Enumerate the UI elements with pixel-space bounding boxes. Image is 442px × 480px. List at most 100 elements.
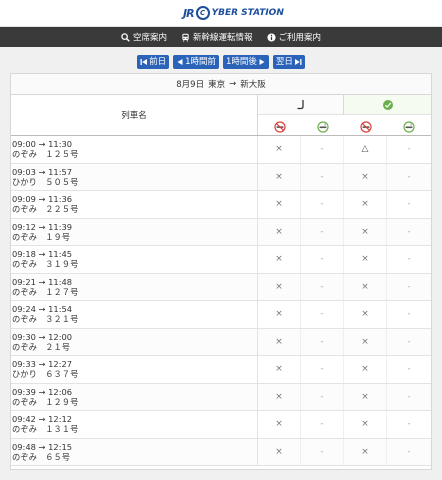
jr-cyber-station-logo[interactable]: JR C YBER STATION	[183, 5, 284, 21]
train-cell: 09:18 → 11:45 のぞみ ３１９号	[11, 246, 258, 273]
green-no-smoking-status: ×	[344, 438, 387, 465]
nav-shinkansen-operation[interactable]: 新幹線運転情報	[181, 31, 253, 43]
table-row: 09:09 → 11:36 のぞみ ２２５号 × - × -	[11, 191, 431, 219]
green-smoking-status: -	[407, 254, 411, 265]
green-smoking-status: -	[407, 419, 411, 430]
train-name: のぞみ １２７号	[12, 286, 79, 297]
green-no-smoking-status: ×	[344, 273, 387, 300]
train-name: ひかり ６３７号	[12, 369, 79, 380]
info-icon	[266, 32, 276, 42]
green-no-smoking-status: ×	[344, 411, 387, 438]
train-time: 09:18 → 11:45	[12, 249, 73, 260]
train-time: 09:12 → 11:39	[12, 221, 73, 232]
green-smoking-status: -	[407, 144, 411, 155]
train-cell: 09:12 → 11:39 のぞみ １９号	[11, 218, 258, 245]
ordinary-smoking-status: -	[301, 191, 344, 218]
table-row: 09:39 → 12:06 のぞみ １２９号 × - × -	[11, 383, 431, 411]
train-cell: 09:30 → 12:00 のぞみ ２１号	[11, 328, 258, 355]
ordinary-no-smoking-status: ×	[258, 301, 301, 328]
ordinary-no-smoking-status: ×	[258, 328, 301, 355]
green-smoking-status: -	[407, 309, 411, 320]
triangle-left-icon	[177, 59, 183, 65]
table-row: 09:00 → 11:30 のぞみ １２５号 × - △ -	[11, 136, 431, 164]
table-row: 09:03 → 11:57 ひかり ５０５号 × - × -	[11, 163, 431, 191]
table-row: 09:21 → 11:48 のぞみ １２７号 × - × -	[11, 273, 431, 301]
table-row: 09:30 → 12:00 のぞみ ２１号 × - × -	[11, 328, 431, 356]
train-name: のぞみ １２５号	[12, 149, 79, 160]
train-cell: 09:09 → 11:36 のぞみ ２２５号	[11, 191, 258, 218]
train-cell: 09:39 → 12:06 のぞみ １２９号	[11, 383, 258, 410]
skip-back-icon	[140, 59, 148, 65]
green-smoking-status: -	[407, 336, 411, 347]
train-icon	[182, 33, 189, 42]
train-time: 09:42 → 12:12	[12, 414, 73, 425]
green-no-smoking-status: ×	[344, 356, 387, 383]
green-smoking-status: -	[407, 171, 411, 182]
green-no-smoking-status[interactable]: △	[344, 136, 387, 163]
ordinary-no-smoking-status: ×	[258, 273, 301, 300]
ordinary-smoking-status: -	[301, 356, 344, 383]
train-time: 09:48 → 12:15	[12, 441, 73, 452]
green-smoking-status: -	[407, 391, 411, 402]
ordinary-smoking-status: -	[301, 273, 344, 300]
train-name: のぞみ ２２５号	[12, 204, 79, 215]
smoking-icon	[403, 121, 415, 133]
train-cell: 09:03 → 11:57 ひかり ５０５号	[11, 163, 258, 190]
green-smoking-status: -	[407, 364, 411, 375]
ordinary-smoking-status: -	[301, 438, 344, 465]
train-list: 09:00 → 11:30 のぞみ １２５号 × - △ -09:03 → 11:57 ひか…	[11, 136, 431, 466]
ordinary-smoking-status: -	[301, 246, 344, 273]
train-name: のぞみ ６５号	[12, 451, 71, 462]
nav-usage-guide[interactable]: ご利用案内	[266, 31, 321, 43]
train-time: 09:09 → 11:36	[12, 194, 73, 205]
table-row: 09:33 → 12:27 ひかり ６３７号 × - × -	[11, 356, 431, 384]
ordinary-no-smoking-status: ×	[258, 218, 301, 245]
green-no-smoking-status: ×	[344, 301, 387, 328]
ordinary-no-smoking-status: ×	[258, 383, 301, 410]
train-name: のぞみ ２１号	[12, 341, 71, 352]
main-nav: 空席案内 新幹線運転情報 ご利用案内	[0, 27, 442, 47]
green-no-smoking-status: ×	[344, 191, 387, 218]
table-header: 列車名	[11, 95, 431, 135]
no-smoking-icon	[273, 121, 286, 133]
green-car-icon	[382, 99, 393, 110]
ordinary-smoking-header	[301, 119, 344, 135]
table-row: 09:18 → 11:45 のぞみ ３１９号 × - × -	[11, 246, 431, 274]
train-time: 09:24 → 11:54	[12, 304, 73, 315]
next-hour-button[interactable]: 1時間後	[223, 55, 269, 69]
train-name: のぞみ ３１９号	[12, 259, 79, 270]
train-name: のぞみ ３２１号	[12, 314, 79, 325]
ordinary-smoking-status: -	[301, 383, 344, 410]
train-cell: 09:42 → 12:12 のぞみ １３１号	[11, 411, 258, 438]
ordinary-no-smoking-status: ×	[258, 356, 301, 383]
next-day-button[interactable]: 翌日	[272, 55, 305, 69]
green-no-smoking-header	[344, 119, 387, 135]
ordinary-no-smoking-status: ×	[258, 191, 301, 218]
train-cell: 09:48 → 12:15 のぞみ ６５号	[11, 438, 258, 465]
ordinary-smoking-status: -	[301, 411, 344, 438]
prev-day-button[interactable]: 前日	[137, 55, 170, 69]
train-name: ひかり ５０５号	[12, 176, 79, 187]
ordinary-no-smoking-header	[258, 119, 301, 135]
green-smoking-status: -	[407, 226, 411, 237]
nav-seat-availability[interactable]: 空席案内	[121, 31, 167, 43]
ordinary-car-group	[258, 95, 344, 115]
route-summary: 8月9日 東京 → 新大阪	[11, 74, 431, 95]
green-smoking-status: -	[407, 199, 411, 210]
train-cell: 09:24 → 11:54 のぞみ ３２１号	[11, 301, 258, 328]
arrival-station: 新大阪	[240, 80, 266, 90]
travel-date: 8月9日	[176, 80, 205, 90]
triangle-right-icon	[259, 59, 265, 65]
departure-station: 東京	[208, 80, 226, 90]
route-arrow: →	[229, 79, 237, 89]
time-pager: 前日 1時間前 1時間後 翌日	[0, 55, 442, 69]
green-no-smoking-status: ×	[344, 383, 387, 410]
train-cell: 09:33 → 12:27 ひかり ６３７号	[11, 356, 258, 383]
train-name-header: 列車名	[11, 95, 258, 135]
search-icon	[121, 32, 130, 42]
train-time: 09:39 → 12:06	[12, 386, 73, 397]
green-smoking-header	[387, 119, 431, 135]
ordinary-smoking-status: -	[301, 301, 344, 328]
train-name: のぞみ １３１号	[12, 424, 79, 435]
prev-hour-button[interactable]: 1時間前	[173, 55, 219, 69]
